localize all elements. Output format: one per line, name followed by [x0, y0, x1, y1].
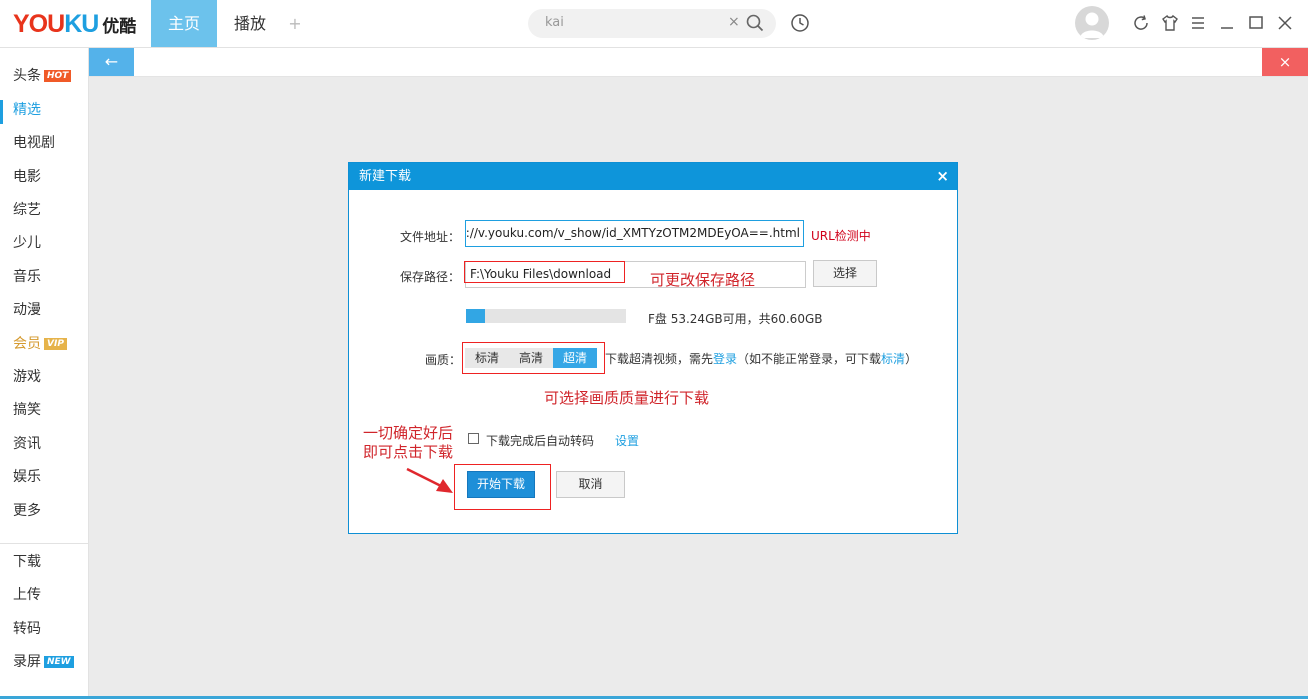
disk-info: F盘 53.24GB可用，共60.60GB	[648, 312, 823, 326]
sidebar-item-movies[interactable]: 电影	[13, 167, 41, 187]
sidebar-item-kids[interactable]: 少儿	[13, 233, 41, 253]
sidebar-item-upload[interactable]: 上传	[13, 585, 41, 605]
dialog-title: 新建下载	[359, 169, 412, 184]
quality-option-hd[interactable]: 高清	[509, 348, 553, 368]
sidebar-item-featured[interactable]: 精选	[13, 100, 41, 120]
download-annotation: 一切确定好后 即可点击下载	[363, 424, 454, 461]
avatar[interactable]	[1075, 6, 1109, 40]
quality-hint: 下载超清视频，需先登录（如不能正常登录，可下载标清）	[605, 352, 918, 366]
logo-chinese: 优酷	[102, 16, 137, 37]
path-annotation: 可更改保存路径	[650, 271, 756, 289]
disk-usage-bar	[466, 309, 626, 323]
sidebar-item-entertainment[interactable]: 娱乐	[13, 467, 41, 487]
back-button[interactable]: ←	[89, 48, 134, 76]
sidebar: 头条 HOT 精选 电视剧 电影 综艺 少儿 音乐 动漫 会员 VIP 游戏 搞笑 …	[0, 48, 89, 699]
vip-badge: VIP	[44, 338, 67, 350]
start-download-button[interactable]: 开始下载	[467, 471, 535, 498]
url-input[interactable]: http://v.youku.com/v_show/id_XMTYzOTM2MD…	[465, 220, 804, 247]
auto-convert-checkbox[interactable]	[468, 433, 479, 444]
tab-home[interactable]: 主页	[151, 0, 217, 47]
sidebar-item-vip[interactable]: 会员 VIP	[13, 334, 67, 354]
url-label: 文件地址：	[400, 230, 461, 244]
sidebar-item-transcode[interactable]: 转码	[13, 619, 41, 639]
hot-badge: HOT	[44, 70, 72, 82]
disk-usage-fill	[466, 309, 486, 323]
sidebar-item-funny[interactable]: 搞笑	[13, 400, 41, 420]
search-box[interactable]: kai ×	[528, 9, 776, 38]
sidebar-item-screen-record[interactable]: 录屏 NEW	[13, 652, 74, 672]
search-icon[interactable]	[746, 14, 764, 36]
quality-label: 画质：	[425, 353, 462, 367]
url-status: URL检测中	[811, 229, 871, 243]
quality-option-super[interactable]: 超清	[553, 348, 597, 368]
settings-link[interactable]: 设置	[615, 432, 639, 449]
refresh-icon[interactable]	[1132, 14, 1150, 36]
menu-icon[interactable]	[1190, 14, 1206, 36]
sidebar-divider	[0, 543, 88, 544]
close-window-icon[interactable]	[1277, 14, 1293, 36]
path-label: 保存路径：	[400, 270, 461, 284]
choose-folder-button[interactable]: 选择	[813, 260, 877, 287]
sidebar-item-anime[interactable]: 动漫	[13, 300, 41, 320]
tab-play[interactable]: 播放	[217, 0, 283, 47]
sidebar-item-variety[interactable]: 综艺	[13, 200, 41, 220]
dialog-titlebar: 新建下载 ×	[349, 163, 957, 190]
quality-option-sd[interactable]: 标清	[465, 348, 509, 368]
sidebar-item-tv[interactable]: 电视剧	[13, 133, 55, 153]
url-value: http://v.youku.com/v_show/id_XMTYzOTM2MD…	[465, 226, 800, 240]
top-bar: YOUKU 优酷 主页 播放 + kai ×	[0, 0, 1308, 48]
new-badge: NEW	[44, 656, 74, 668]
maximize-icon[interactable]	[1248, 14, 1264, 36]
annotation-arrow-icon	[406, 467, 453, 493]
youku-logo[interactable]: YOUKU 优酷	[13, 9, 136, 39]
content-header	[89, 48, 1308, 77]
sidebar-item-headlines[interactable]: 头条 HOT	[13, 66, 72, 86]
sidebar-item-music[interactable]: 音乐	[13, 267, 41, 287]
clear-search-icon[interactable]: ×	[728, 14, 740, 30]
path-highlight-box	[464, 261, 625, 283]
sidebar-item-more[interactable]: 更多	[13, 501, 41, 521]
history-clock-icon[interactable]	[790, 13, 810, 37]
login-link[interactable]: 登录	[713, 352, 737, 366]
sidebar-item-games[interactable]: 游戏	[13, 367, 41, 387]
sidebar-item-news[interactable]: 资讯	[13, 434, 41, 454]
logo-wordmark: YOUKU	[13, 9, 99, 38]
auto-convert-label: 下载完成后自动转码	[486, 434, 595, 448]
dialog-close-icon[interactable]: ×	[936, 163, 949, 190]
sd-download-link[interactable]: 标清	[881, 352, 905, 366]
add-tab-button[interactable]: +	[283, 0, 307, 47]
search-input[interactable]: kai	[545, 15, 564, 30]
close-panel-button[interactable]: ×	[1262, 48, 1308, 76]
minimize-icon[interactable]	[1219, 14, 1235, 36]
cancel-button[interactable]: 取消	[556, 471, 625, 498]
sidebar-item-download[interactable]: 下载	[13, 552, 41, 572]
skin-shirt-icon[interactable]	[1161, 14, 1179, 36]
active-indicator	[0, 100, 3, 124]
quality-annotation: 可选择画质质量进行下载	[544, 389, 710, 407]
